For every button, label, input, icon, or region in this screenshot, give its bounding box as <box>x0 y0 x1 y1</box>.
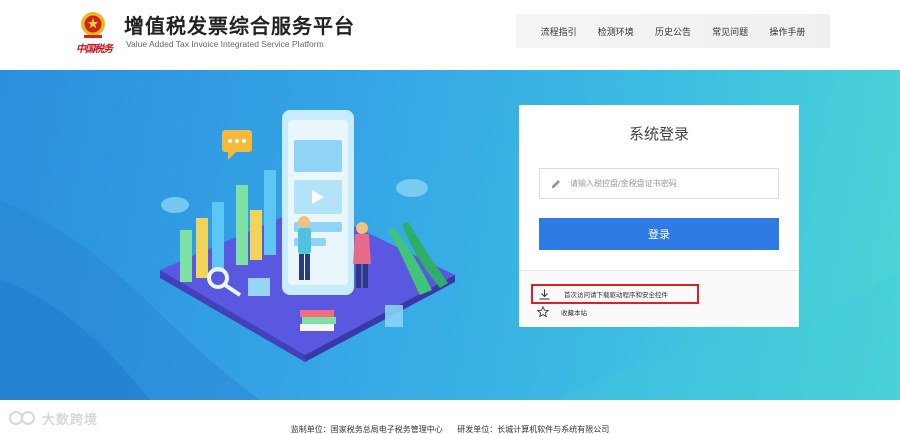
footer: 大数跨境 监制单位：国家税务总局电子税务管理中心 研发单位：长城计算机软件与系统… <box>0 400 900 434</box>
nav-faq[interactable]: 常见问题 <box>712 25 748 38</box>
download-driver-link[interactable]: 首次访问请下载驱动程序和安全控件 <box>531 284 699 304</box>
star-icon <box>537 306 549 318</box>
china-tax-seal: 中国税务 <box>76 44 113 55</box>
footer-developer: 研发单位：长城计算机软件与系统有限公司 <box>457 425 610 434</box>
nav-user-manual[interactable]: 操作手册 <box>769 25 805 38</box>
download-icon <box>539 289 550 299</box>
site-subtitle: Value Added Tax Invoice Integrated Servi… <box>126 39 324 49</box>
top-nav: 流程指引 检测环境 历史公告 常见问题 操作手册 <box>516 14 830 48</box>
nav-history-notices[interactable]: 历史公告 <box>655 25 691 38</box>
login-button[interactable]: 登录 <box>539 218 779 250</box>
certificate-password-field[interactable] <box>539 168 779 199</box>
certificate-password-input[interactable] <box>570 179 770 188</box>
bookmark-site-label: 收藏本站 <box>561 309 587 317</box>
site-title: 增值税发票综合服务平台 <box>124 14 355 38</box>
phone-device <box>282 110 354 295</box>
national-emblem-icon <box>81 12 105 38</box>
chat-bubble-icon <box>222 130 252 160</box>
footer-supervisor: 监制单位：国家税务总局电子税务管理中心 <box>290 425 443 434</box>
download-driver-label: 首次访问请下载驱动程序和安全控件 <box>564 291 668 299</box>
nav-check-environment[interactable]: 检测环境 <box>598 25 634 38</box>
nav-process-guide[interactable]: 流程指引 <box>541 25 577 38</box>
bookmark-site-link[interactable]: 收藏本站 <box>537 306 587 318</box>
data-analysis-illustration <box>160 110 455 362</box>
login-title: 系统登录 <box>628 125 689 143</box>
footer-credits: 监制单位：国家税务总局电子税务管理中心 研发单位：长城计算机软件与系统有限公司 <box>0 424 900 434</box>
pen-icon <box>552 179 560 188</box>
login-panel: 系统登录 登录 首次访问请下载驱动程序和安全控件 收藏本站 <box>519 105 799 327</box>
header: 中国税务 增值税发票综合服务平台 Value Added Tax Invoice… <box>0 0 900 70</box>
hero-banner: 系统登录 登录 首次访问请下载驱动程序和安全控件 收藏本站 <box>0 70 900 400</box>
